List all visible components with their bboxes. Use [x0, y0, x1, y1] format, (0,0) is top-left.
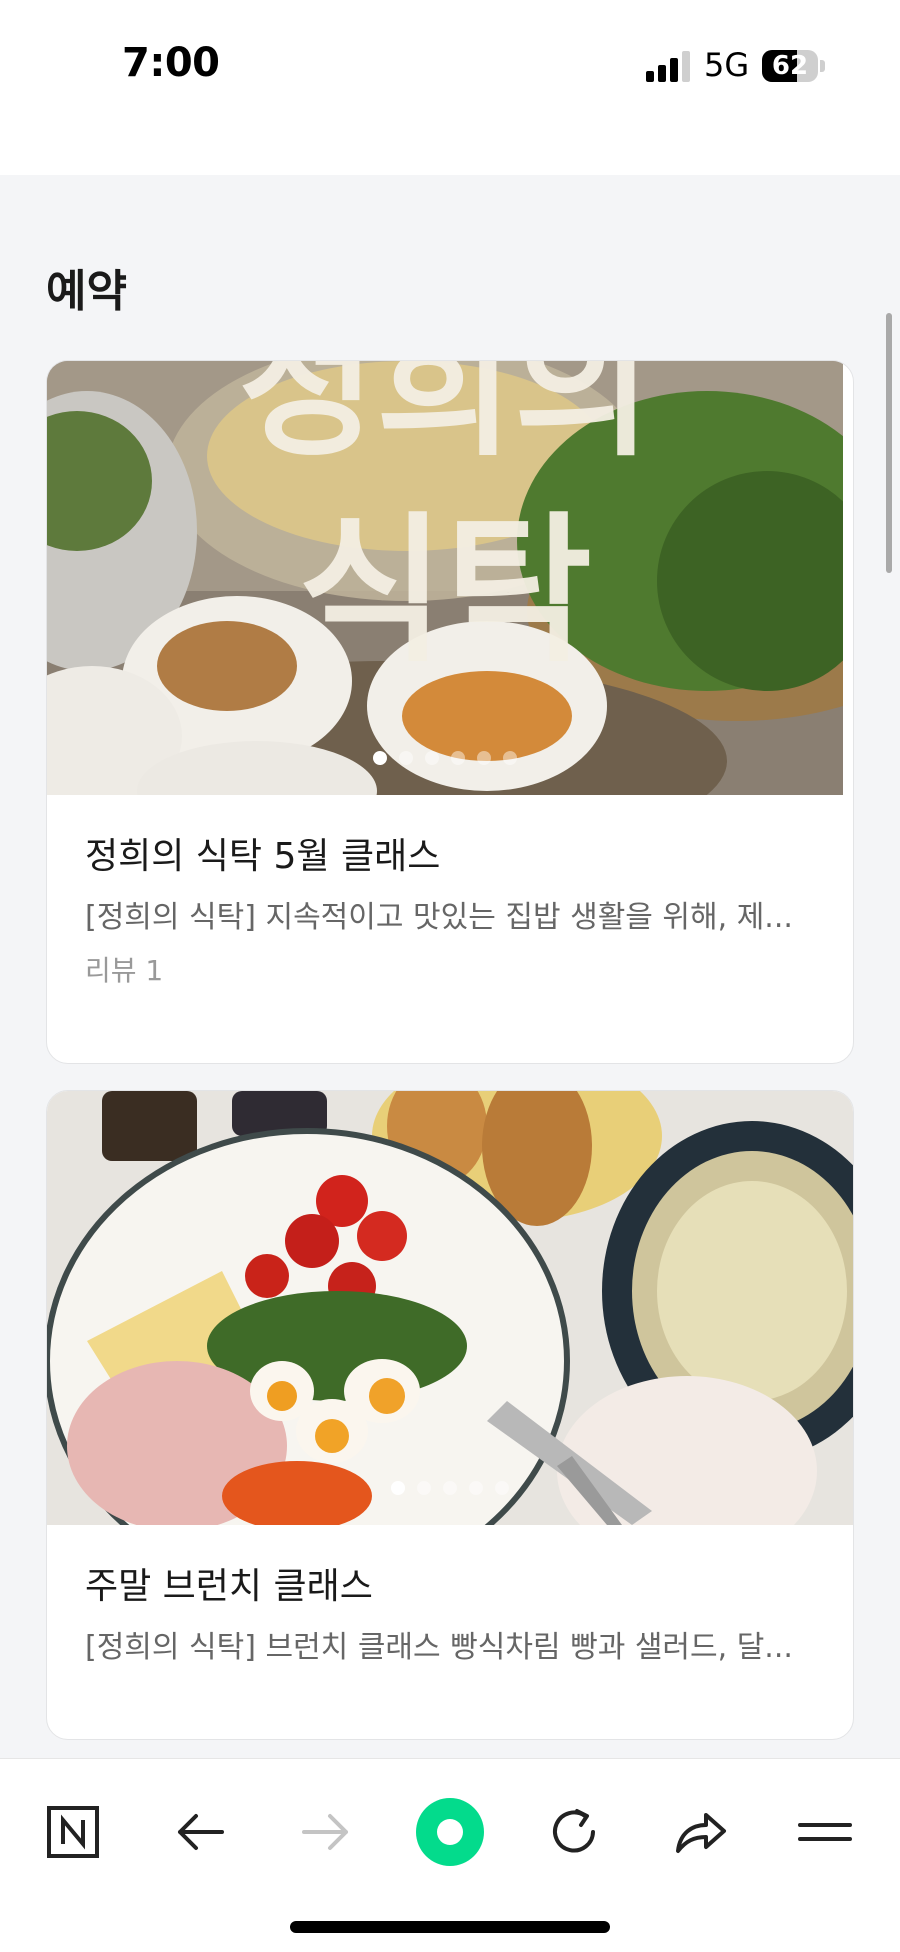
status-bar: 7:00 5G 62	[0, 0, 900, 175]
home-indicator[interactable]	[290, 1921, 610, 1933]
battery-icon: 62	[762, 50, 818, 82]
page-content[interactable]: 예약 정희의 식탁 정희의 식탁 5월 클래스 [정희의 식탁] 지속적이고 맛…	[0, 175, 900, 1758]
naver-green-dot-icon[interactable]	[415, 1797, 485, 1867]
carousel-dots	[47, 751, 843, 765]
card-title[interactable]: 주말 브런치 클래스	[85, 1565, 815, 1609]
share-icon[interactable]	[665, 1797, 735, 1867]
carousel-dot[interactable]	[399, 751, 413, 765]
carousel-dot[interactable]	[451, 751, 465, 765]
class-card[interactable]: 정희의 식탁 정희의 식탁 5월 클래스 [정희의 식탁] 지속적이고 맛있는 …	[46, 360, 854, 1064]
section-title: 예약	[46, 266, 127, 317]
status-time: 7:00	[122, 40, 220, 86]
carousel-dot[interactable]	[477, 751, 491, 765]
card-description: [정희의 식탁] 브런치 클래스 빵식차림 빵과 샐러드, 달...	[85, 1630, 793, 1665]
card-photo-brunch-table	[47, 1091, 853, 1525]
card-image-overlay-text-top: 정희의	[238, 361, 652, 477]
carousel-dot[interactable]	[469, 1481, 483, 1495]
card-review-count[interactable]: 리뷰 1	[85, 949, 815, 989]
carousel-dot-active[interactable]	[373, 751, 387, 765]
carousel-dots	[47, 1481, 853, 1495]
card-body: 정희의 식탁 5월 클래스 [정희의 식탁] 지속적이고 맛있는 집밥 생활을 …	[47, 795, 853, 989]
naver-home-icon[interactable]	[38, 1797, 108, 1867]
scrollbar[interactable]	[886, 313, 892, 573]
carousel-dot[interactable]	[417, 1481, 431, 1495]
card-image-carousel[interactable]	[47, 1091, 853, 1525]
card-description: [정희의 식탁] 지속적이고 맛있는 집밥 생활을 위해, 제...	[85, 900, 793, 935]
card-image-overlay-text-bottom: 식탁	[298, 497, 592, 684]
class-card[interactable]: 주말 브런치 클래스 [정희의 식탁] 브런치 클래스 빵식차림 빵과 샐러드,…	[46, 1090, 854, 1740]
carousel-dot[interactable]	[495, 1481, 509, 1495]
card-title[interactable]: 정희의 식탁 5월 클래스	[85, 835, 815, 879]
carousel-dot[interactable]	[443, 1481, 457, 1495]
card-photo-korean-side-dishes: 정희의 식탁	[47, 361, 843, 795]
carousel-dot-active[interactable]	[391, 1481, 405, 1495]
network-label: 5G	[704, 46, 750, 84]
card-image-carousel[interactable]: 정희의 식탁	[47, 361, 843, 795]
card-body: 주말 브런치 클래스 [정희의 식탁] 브런치 클래스 빵식차림 빵과 샐러드,…	[47, 1525, 853, 1667]
carousel-dot[interactable]	[503, 751, 517, 765]
menu-icon[interactable]	[790, 1797, 860, 1867]
forward-arrow-icon[interactable]	[291, 1797, 361, 1867]
battery-tip	[820, 60, 825, 72]
signal-icon	[646, 50, 690, 82]
refresh-icon[interactable]	[539, 1797, 609, 1867]
battery-percent: 62	[771, 51, 809, 81]
back-arrow-icon[interactable]	[165, 1797, 235, 1867]
carousel-dot[interactable]	[425, 751, 439, 765]
